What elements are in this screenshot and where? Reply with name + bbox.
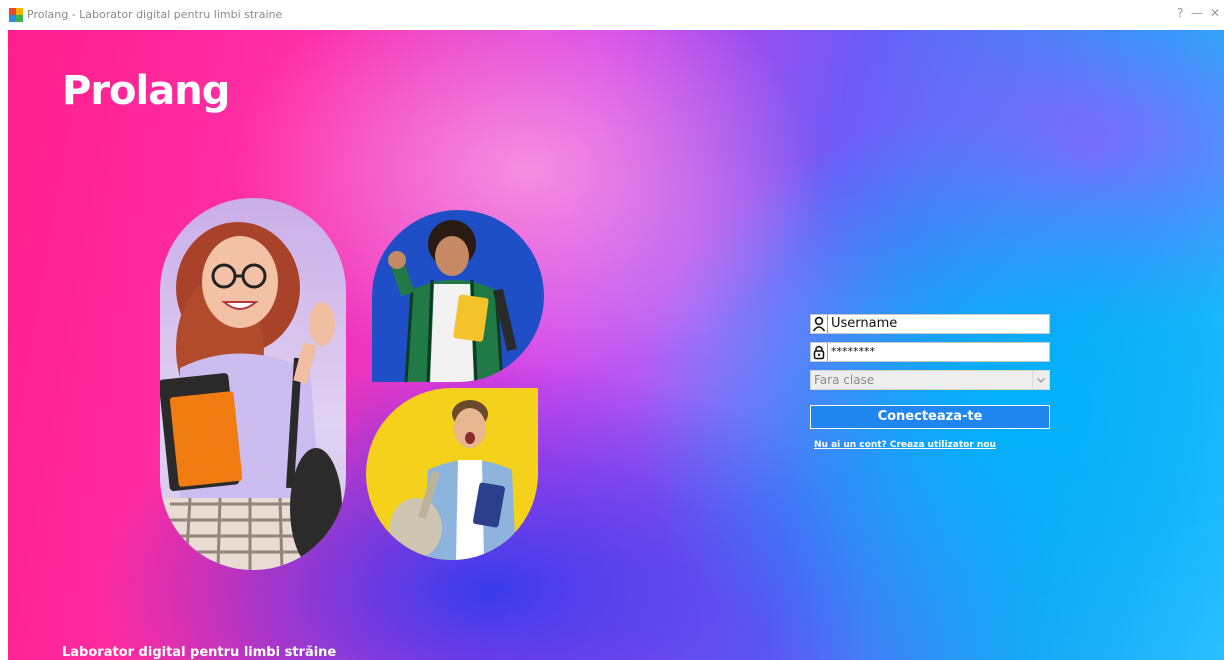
username-field[interactable]: Username [810,314,1050,334]
lock-icon [811,343,828,361]
register-link[interactable]: Nu ai un cont? Creaza utilizator nou [814,440,996,450]
hero-background: Prolang Laborator digital pentru limbi s… [8,30,1224,660]
chevron-down-icon [1032,371,1049,389]
close-button[interactable]: ✕ [1210,6,1220,20]
help-button[interactable]: ? [1177,6,1183,20]
prolang-logo: Prolang [62,68,230,114]
app-icon [9,8,23,22]
student-boy-blue-photo [372,210,544,382]
minimize-button[interactable]: — [1191,6,1203,20]
student-boy-yellow-photo [366,388,538,560]
class-select-value: Fara clase [814,373,875,387]
username-value: Username [831,316,898,331]
password-field[interactable]: ******** [810,342,1050,362]
window-title: Prolang - Laborator digital pentru limbi… [27,8,283,21]
connect-button[interactable]: Conecteaza-te [810,405,1050,429]
user-icon [811,315,828,333]
class-select[interactable]: Fara clase [810,370,1050,390]
window-titlebar: Prolang - Laborator digital pentru limbi… [0,0,1224,30]
password-value: ******** [831,345,875,358]
tagline: Laborator digital pentru limbi străine [62,645,337,660]
student-girl-photo [160,198,346,570]
